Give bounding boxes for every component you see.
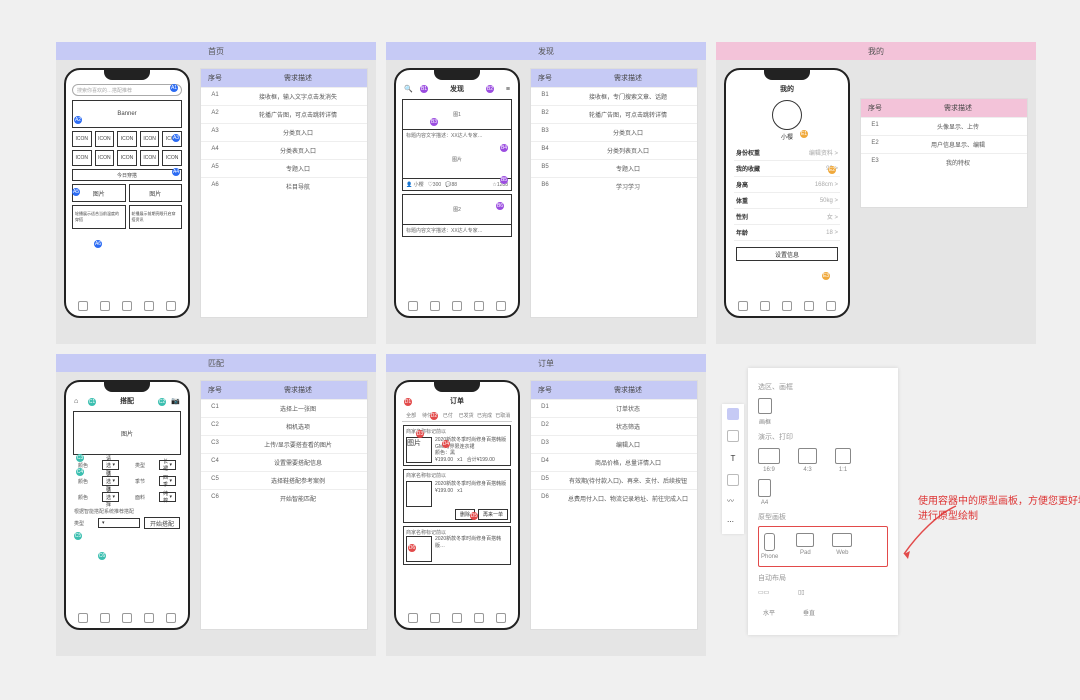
panel-title: 订单 [386,354,706,372]
phone-mock-mine: 我的 小樱 身份权重编辑资料 > 我的收藏99 > 身高168cm > 体重50… [724,68,850,318]
camera-icon[interactable]: 📷 [171,397,180,405]
page-title: 我的 [780,84,794,94]
feed-card[interactable]: 图片 [129,184,183,202]
palette-item-phone[interactable]: Phone [761,533,778,560]
palette-item-pad[interactable]: Pad [796,533,814,560]
palette-item-web[interactable]: Web [832,533,852,560]
tab-bar[interactable] [402,611,512,625]
section-title: 今日穿搭 [72,169,182,181]
panel-match: 匹配 ⌂搭配📷 图片 颜色请选择▾ 类型长裙▾ 颜色请选择▾ 季节四季▾ 颜色请… [56,354,376,656]
panel-mine: 我的 我的 小樱 身份权重编辑资料 > 我的收藏99 > 身高168cm > 体… [716,42,1036,344]
settings-button[interactable]: 设置信息 [736,247,838,261]
panel-home: 首页 搜索你喜欢的…搭配推荐 Banner ICONICONICONICONIC… [56,42,376,344]
panel-title: 首页 [56,42,376,60]
tab-bar[interactable] [72,611,182,625]
select[interactable]: 请选择▾ [102,476,119,486]
palette-item-frame[interactable]: 画框 [758,398,772,426]
section-title: 自动布局 [758,573,888,583]
upload-area[interactable]: 图片 [73,411,181,455]
design-board: 首页 搜索你喜欢的…搭配推荐 Banner ICONICONICONICONIC… [56,42,1036,656]
annotation-table-orders: 序号需求描述 D1订单状态 D2状态筛选 D3编辑入口 D4商品价格，总量详情入… [530,380,698,630]
prototype-board-group: Phone Pad Web [758,526,888,567]
avatar[interactable] [772,100,802,130]
category-row-2: ICONICONICONICONICON [72,150,182,166]
order-card[interactable]: 商家名称标记前以 2020新款冬季时尚修身百搭韩版¥199.00 x1 删除再来… [403,469,511,523]
more-tool-icon[interactable]: ⋯ [727,518,739,530]
menu-icon[interactable]: ≡ [506,86,510,93]
panel-discover: 发现 🔍 发现 ≡ 图1 标题内容文字描述：XX达人专家… 图片 👤 小樱 ♡300… [386,42,706,344]
section-title: 演示、打印 [758,432,888,442]
start-button[interactable]: 开始搭配 [144,517,180,529]
phone-mock-discover: 🔍 发现 ≡ 图1 标题内容文字描述：XX达人专家… 图片 👤 小樱 ♡300 💬8… [394,68,520,318]
crop-tool-icon[interactable] [727,430,739,442]
palette-item-a4[interactable]: A4 [758,479,771,506]
feed-card[interactable]: 图1 标题内容文字描述：XX达人专家… 图片 👤 小樱 ♡300 💬88☆128… [402,99,512,191]
search-icon[interactable]: 🔍 [404,85,413,93]
pen-tool-icon[interactable]: 〰 [727,496,739,508]
palette-item-4-3[interactable]: 4:3 [798,448,817,473]
select[interactable]: 纯棉▾ [159,492,176,502]
category-row-1: ICONICONICONICONICON [72,131,182,147]
tool-sidebar: T 〰 ⋯ [722,404,744,534]
section-title: 选区、画框 [758,382,888,392]
tab-bar[interactable] [732,299,842,313]
profile-list: 身份权重编辑资料 > 我的收藏99 > 身高168cm > 体重50kg > 性… [734,145,840,241]
panel-orders: 订单 ‹订单 全部待付款已付已发货已完成已取消 商家名称标记前以 图片2020新… [386,354,706,656]
feed-card[interactable]: 图片 [72,184,126,202]
phone-mock-match: ⌂搭配📷 图片 颜色请选择▾ 类型长裙▾ 颜色请选择▾ 季节四季▾ 颜色请选择▾… [64,380,190,630]
select[interactable]: 请选择▾ [102,492,119,502]
phone-mock-orders: ‹订单 全部待付款已付已发货已完成已取消 商家名称标记前以 图片2020新款冬季… [394,380,520,630]
panel-palette: T 〰 ⋯ 选区、画框 画框 演示、打印 16:9 4:3 1:1 A4 原型画… [716,354,1036,656]
frame-palette: 选区、画框 画框 演示、打印 16:9 4:3 1:1 A4 原型画板 Phon… [748,368,898,635]
annotation-table-home: 序号需求描述 A1接收框，输入文字点击发消失 A2轮播广告图，可点击跳转详情 A… [200,68,368,318]
feed-card[interactable]: 图2 标题内容文字描述：XX达人专家… [402,194,512,237]
select[interactable]: 四季▾ [159,476,176,486]
back-icon[interactable]: ⌂ [74,398,78,405]
palette-item-horizontal[interactable]: ▭▭水平 [758,589,780,617]
text-tool-icon[interactable]: T [727,452,739,464]
select[interactable]: 请选择▾ [102,460,119,470]
annotation-text: 使用容器中的原型画板，方便您更好地进行原型绘制 [918,494,1080,524]
banner[interactable]: Banner [72,100,182,128]
annotation-table-mine: 序号需求描述 E1头像显示、上传 E2用户信息显示、编辑 E3我的特权 [860,98,1028,208]
page-title: 搭配 [120,396,134,406]
annotation-table-match: 序号需求描述 C1选择上一张图 C2相机选项 C3上传/显示要搭查看的图片 C4… [200,380,368,630]
section-title: 原型画板 [758,512,888,522]
annotation-table-discover: 序号需求描述 B1接收框，专门搜索文章、话题 B2轮播广告图，可点击跳转详情 B… [530,68,698,318]
page-title: 发现 [450,84,464,94]
order-card[interactable]: 商家名称标记前以 2020新款冬季时尚修身百搭韩版… [403,526,511,565]
search-input[interactable]: 搜索你喜欢的…搭配推荐 [72,84,182,96]
order-tabs[interactable]: 全部待付款已付已发货已完成已取消 [402,410,512,422]
page-title: 订单 [450,396,464,406]
palette-item-1-1[interactable]: 1:1 [835,448,851,473]
tab-bar[interactable] [402,299,512,313]
tab-bar[interactable] [72,299,182,313]
frame-tool-icon[interactable] [727,408,739,420]
palette-item-vertical[interactable]: ▯▯垂直 [798,589,820,617]
palette-item-16-9[interactable]: 16:9 [758,448,780,473]
hint-text: 根据智能搭配系统推荐搭配 [74,508,180,515]
phone-mock-home: 搜索你喜欢的…搭配推荐 Banner ICONICONICONICONICON … [64,68,190,318]
shape-tool-icon[interactable] [727,474,739,486]
select[interactable]: 长裙▾ [159,460,176,470]
panel-title: 匹配 [56,354,376,372]
panel-title: 我的 [716,42,1036,60]
username: 小樱 [730,132,844,141]
panel-title: 发现 [386,42,706,60]
